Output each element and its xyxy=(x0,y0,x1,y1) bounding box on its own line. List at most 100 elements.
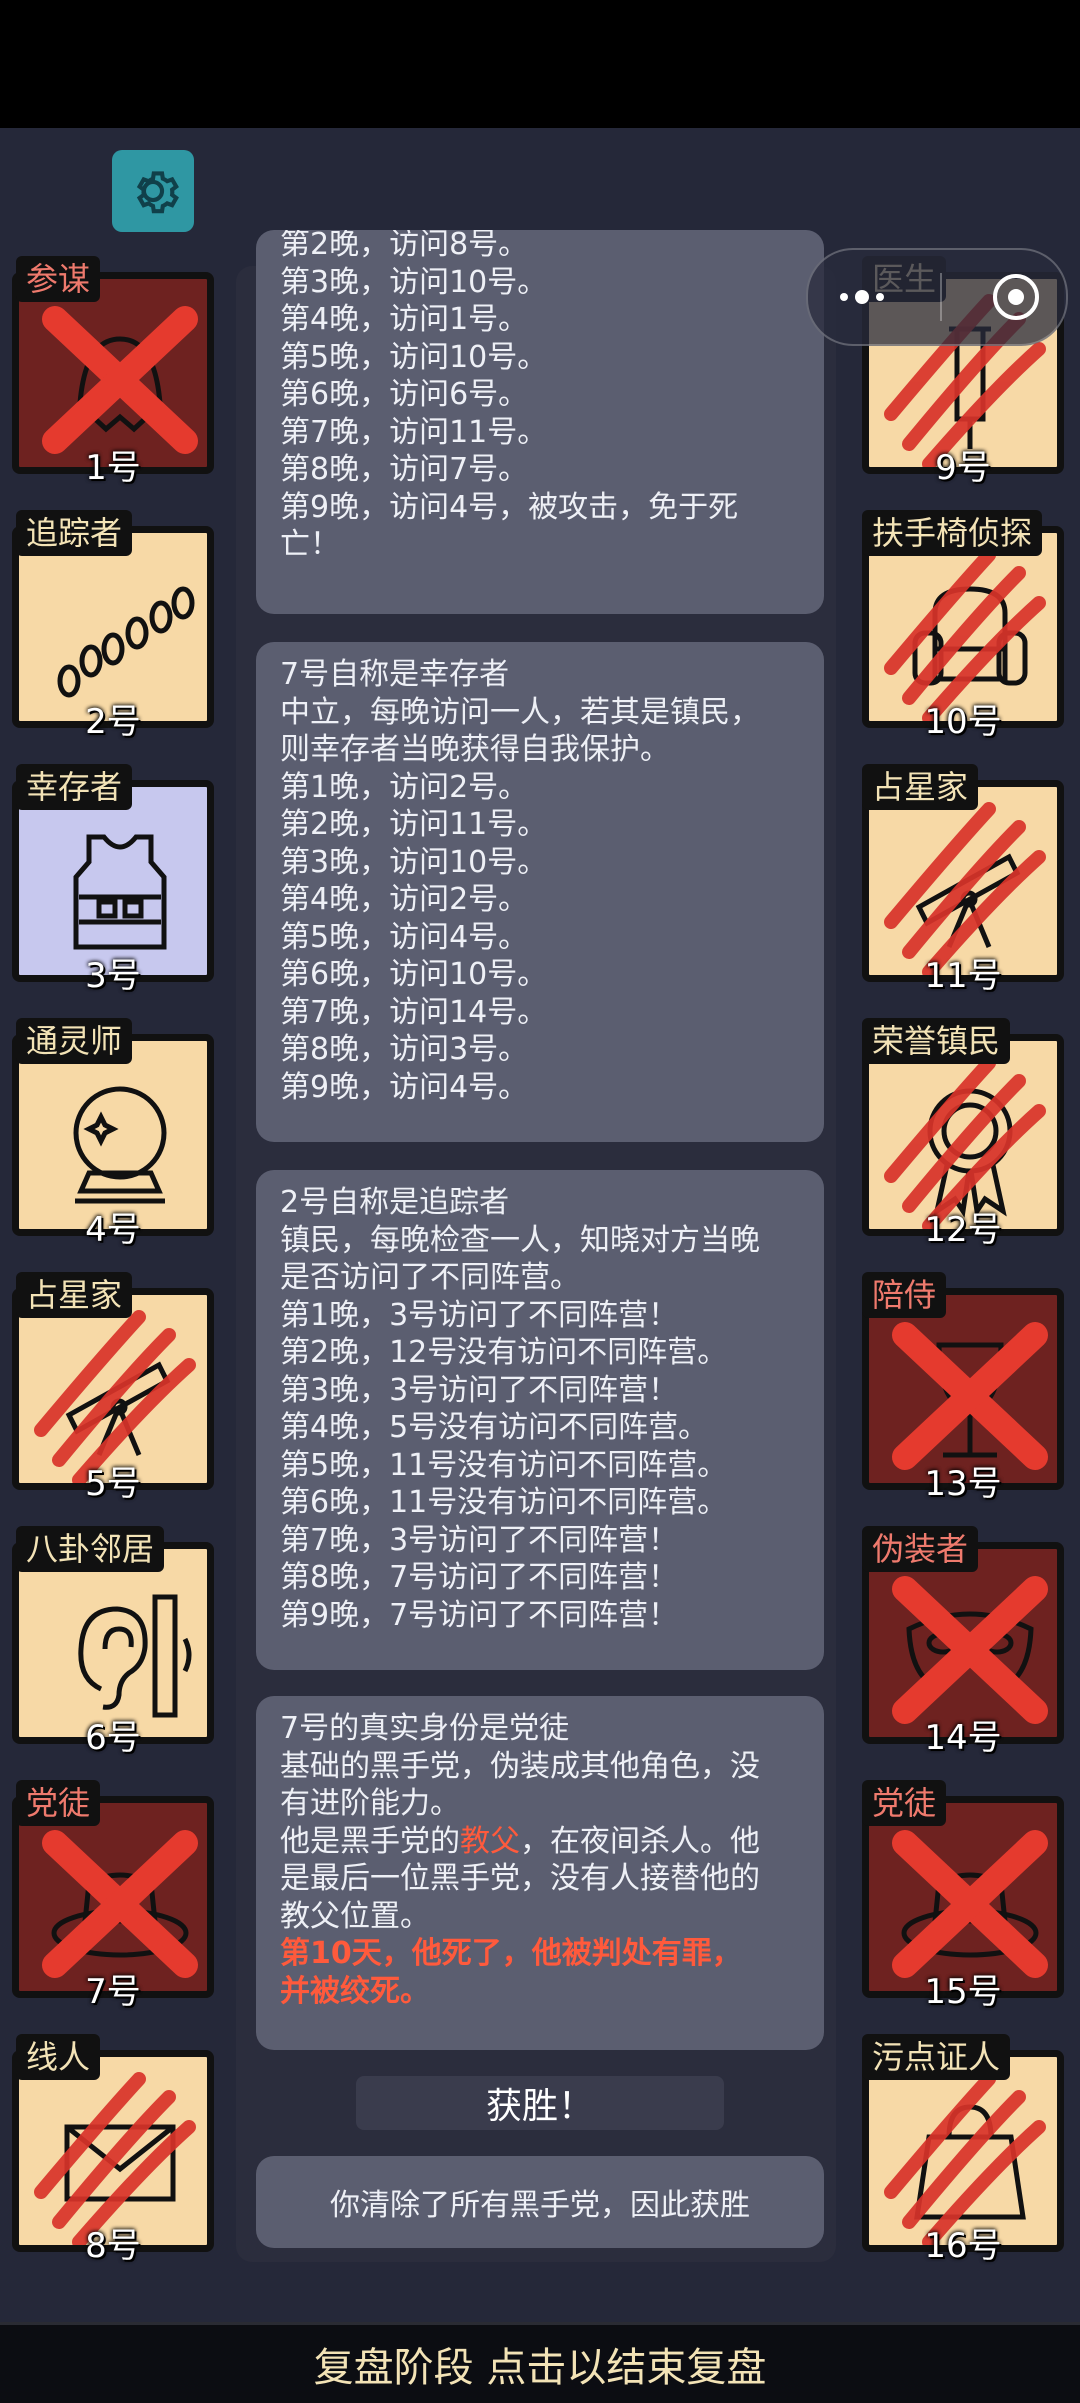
log-line: 镇民，每晚检查一人，知晓对方当晚 xyxy=(280,1222,760,1258)
player-card-4[interactable]: 通灵师 4号 xyxy=(12,1018,214,1250)
eliminated-cross-icon xyxy=(892,1576,1048,1724)
log-line: 教父位置。 xyxy=(280,1898,430,1934)
player-number: 12号 xyxy=(924,1210,1002,1250)
log-line: 第1晚，访问2号。 xyxy=(280,769,529,805)
card-frame xyxy=(12,526,214,728)
player-card-14[interactable]: 伪装者 14号 xyxy=(862,1526,1064,1758)
player-card-6[interactable]: 八卦邻居 6号 xyxy=(12,1526,214,1758)
status-bar xyxy=(0,0,1080,128)
player-number: 14号 xyxy=(924,1718,1002,1758)
log-line: 第2晚，访问11号。 xyxy=(280,807,548,842)
role-label: 污点证人 xyxy=(862,2034,1011,2080)
player-card-1[interactable]: 参谋 1号 xyxy=(12,256,214,488)
card-frame xyxy=(12,780,214,982)
capsule-divider xyxy=(940,273,942,321)
log-line: 第5晚，访问4号。 xyxy=(280,919,529,955)
role-label: 线人 xyxy=(16,2034,101,2080)
victory-message: 你清除了所有黑手党，因此获胜 xyxy=(256,2156,824,2248)
claw-slash-icon xyxy=(884,802,1046,975)
log-line: 第5晚，11号没有访问不同阵营。 xyxy=(280,1447,728,1483)
player-number: 16号 xyxy=(924,2226,1002,2266)
card-frame xyxy=(862,1034,1064,1236)
player-card-11[interactable]: 占星家 11号 xyxy=(862,764,1064,996)
player-card-15[interactable]: 党徒 15号 xyxy=(862,1780,1064,2012)
log-line: 第7晚，访问14号。 xyxy=(280,994,548,1030)
role-label: 八卦邻居 xyxy=(16,1526,165,1572)
role-label: 幸存者 xyxy=(16,764,133,810)
player-card-16[interactable]: 污点证人 16号 xyxy=(862,2034,1064,2266)
role-label: 参谋 xyxy=(16,256,101,302)
log-line: 中立，每晚访问一人，若其是镇民， xyxy=(280,694,760,730)
log-line: 第9晚，7号访问了不同阵营！ xyxy=(280,1597,679,1633)
close-target-icon[interactable] xyxy=(990,271,1042,323)
log-line: 则幸存者当晚获得自我保护。 xyxy=(280,732,670,767)
log-line: 第4晚，访问2号。 xyxy=(280,882,529,917)
player-number: 4号 xyxy=(85,1210,141,1250)
role-label: 通灵师 xyxy=(16,1018,133,1064)
player-number: 7号 xyxy=(85,1972,141,2012)
eliminated-cross-icon xyxy=(42,1830,198,1978)
log-line: 第9晚，访问4号，被攻击，免于死 xyxy=(280,489,739,525)
player-number: 11号 xyxy=(924,956,1002,996)
log-line: 是否访问了不同阵营。 xyxy=(280,1260,580,1295)
role-label: 陪侍 xyxy=(862,1272,947,1318)
crystal-ball-icon xyxy=(73,1086,167,1204)
more-dots-icon[interactable] xyxy=(832,285,892,309)
player-number: 5号 xyxy=(85,1464,141,1504)
log-line: 第6晚，访问6号。 xyxy=(280,377,529,412)
card-frame xyxy=(12,2050,214,2252)
player-card-2[interactable]: 追踪者 2号 xyxy=(12,510,214,742)
gear-icon xyxy=(136,171,179,214)
log-line: 基础的黑手党，伪装成其他角色，没 xyxy=(280,1748,760,1784)
log-line: 第8晚，7号访问了不同阵营！ xyxy=(280,1560,679,1595)
log-line: 第1晚，3号访问了不同阵营！ xyxy=(280,1297,679,1333)
claw-slash-icon xyxy=(34,1310,196,1483)
victory-title: 获胜！ xyxy=(356,2076,724,2130)
player-number: 13号 xyxy=(924,1464,1002,1504)
card-frame xyxy=(12,1288,214,1490)
death-line: 第10天，他死了，他被判处有罪， xyxy=(280,1936,742,1971)
log-line: 亡！ xyxy=(280,527,340,562)
log-line: 第2晚，访问8号。 xyxy=(280,230,529,262)
card-frame xyxy=(862,780,1064,982)
player-card-5[interactable]: 占星家 5号 xyxy=(12,1272,214,1504)
log-line: 2号自称是追踪者 xyxy=(280,1185,510,1220)
player-number: 6号 xyxy=(85,1718,141,1758)
godfather-highlight: 教父 xyxy=(460,1823,520,1859)
ear-wall-icon xyxy=(78,1594,192,1718)
log-line: 第3晚，访问10号。 xyxy=(280,844,548,880)
claw-slash-icon xyxy=(34,2072,196,2245)
log-line: 第4晚，访问1号。 xyxy=(280,302,529,337)
log-text: ，在夜间杀人。他 xyxy=(520,1823,760,1859)
role-label: 党徒 xyxy=(16,1780,101,1826)
log-line: 第3晚，3号访问了不同阵营！ xyxy=(280,1372,679,1408)
player-number: 8号 xyxy=(85,2226,141,2266)
player-card-7[interactable]: 党徒 7号 xyxy=(12,1780,214,2012)
player-card-13[interactable]: 陪侍 13号 xyxy=(862,1272,1064,1504)
log-entry-4: 7号的真实身份是党徒 基础的黑手党，伪装成其他角色，没 有进阶能力。 他是黑手党… xyxy=(256,1696,824,2050)
role-label: 扶手椅侦探 xyxy=(862,510,1043,556)
player-number: 9号 xyxy=(935,448,991,488)
player-card-8[interactable]: 线人 8号 xyxy=(12,2034,214,2266)
player-card-10[interactable]: 扶手椅侦探 10号 xyxy=(862,510,1064,742)
card-frame xyxy=(862,526,1064,728)
card-frame xyxy=(12,272,214,474)
log-line: 第8晚，访问7号。 xyxy=(280,452,529,487)
log-entry-3: 2号自称是追踪者 镇民，每晚检查一人，知晓对方当晚 是否访问了不同阵营。 第1晚… xyxy=(256,1170,824,1670)
card-frame xyxy=(862,1288,1064,1490)
log-line: 第9晚，访问4号。 xyxy=(280,1069,529,1105)
role-label: 追踪者 xyxy=(16,510,133,556)
log-entry-1: 第2晚，访问8号。 第3晚，访问10号。 第4晚，访问1号。 第5晚，访问10号… xyxy=(256,230,824,614)
log-line: 第7晚，3号访问了不同阵营！ xyxy=(280,1522,679,1558)
player-number: 15号 xyxy=(924,1972,1002,2012)
claw-slash-icon xyxy=(884,2072,1046,2245)
player-card-3[interactable]: 幸存者 3号 xyxy=(12,764,214,996)
miniprogram-capsule[interactable] xyxy=(806,248,1068,346)
end-review-bar[interactable]: 复盘阶段 点击以结束复盘 xyxy=(0,2322,1080,2403)
settings-button[interactable] xyxy=(112,150,194,232)
eliminated-cross-icon xyxy=(892,1830,1048,1978)
log-line: 第6晚，访问10号。 xyxy=(280,957,548,992)
log-line: 第5晚，访问10号。 xyxy=(280,339,548,375)
role-label: 党徒 xyxy=(862,1780,947,1826)
player-card-12[interactable]: 荣誉镇民 12号 xyxy=(862,1018,1064,1250)
